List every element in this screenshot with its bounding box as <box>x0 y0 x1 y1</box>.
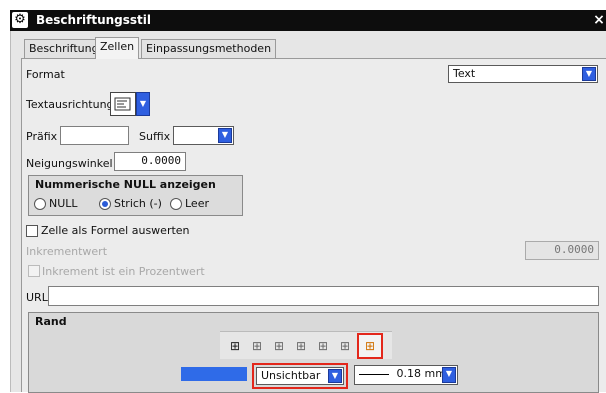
border-bottom-icon[interactable]: ⊞ <box>315 338 331 354</box>
title-bar: ⚙ Beschriftungsstil × <box>10 10 606 31</box>
formel-checkbox[interactable] <box>26 225 38 237</box>
chevron-down-icon: ▼ <box>442 367 456 383</box>
border-right-highlight[interactable]: ⊞ <box>357 333 383 359</box>
chevron-down-icon: ▼ <box>328 369 342 383</box>
line-weight-value: 0.18 mm <box>396 367 446 380</box>
line-weight-select[interactable]: 0.18 mm ▼ <box>354 365 458 385</box>
format-value: Text <box>453 67 476 80</box>
inkrement-input[interactable]: 0.0000 <box>525 241 599 260</box>
gear-icon[interactable]: ⚙ <box>12 12 28 28</box>
null-group: Nummerische NULL anzeigen NULL Strich (-… <box>28 175 243 216</box>
url-label: URL <box>26 291 48 304</box>
formel-label: Zelle als Formel auswerten <box>41 224 190 237</box>
radio-leer-label: Leer <box>185 197 209 210</box>
border-left-icon[interactable]: ⊞ <box>337 338 353 354</box>
tab-beschriftung[interactable]: Beschriftung <box>24 39 104 58</box>
null-group-title: Nummerische NULL anzeigen <box>35 178 216 191</box>
radio-null[interactable] <box>34 198 46 210</box>
format-select[interactable]: Text ▼ <box>448 65 598 83</box>
suffix-select[interactable]: ▼ <box>173 126 234 145</box>
line-style-value: Unsichtbar <box>261 369 321 382</box>
radio-strich-label: Strich (-) <box>114 197 162 210</box>
neigungswinkel-input[interactable]: 0.0000 <box>114 152 186 171</box>
praefix-label: Präfix <box>26 130 58 143</box>
tab-panel: Format Text ▼ Textausrichtung ▼ Präfix S… <box>21 58 606 393</box>
radio-leer[interactable] <box>170 198 182 210</box>
line-style-select[interactable]: Unsichtbar ▼ <box>256 367 344 385</box>
line-weight-preview <box>359 373 389 375</box>
suffix-label: Suffix <box>139 130 171 143</box>
inkrement-prozent-checkbox[interactable] <box>28 265 40 277</box>
window-title: Beschriftungsstil <box>36 13 151 27</box>
chevron-down-icon: ▼ <box>218 128 232 143</box>
neigungswinkel-label: Neigungswinkel <box>26 157 113 170</box>
close-icon[interactable]: × <box>592 11 606 29</box>
url-input[interactable] <box>48 286 599 306</box>
border-right-icon: ⊞ <box>364 339 376 353</box>
border-outer-icon[interactable]: ⊞ <box>249 338 265 354</box>
radio-strich[interactable] <box>99 198 111 210</box>
rand-group: Rand ⊞ ⊞ ⊞ ⊞ ⊞ ⊞ ⊞ Unsichtbar ▼ 0.18 mm … <box>28 312 599 393</box>
rand-group-title: Rand <box>35 315 67 328</box>
align-dropdown-icon[interactable]: ▼ <box>136 92 150 116</box>
line-style-highlight: Unsichtbar ▼ <box>252 363 348 389</box>
border-top-icon[interactable]: ⊞ <box>293 338 309 354</box>
chevron-down-icon: ▼ <box>582 67 596 81</box>
border-inner-icon[interactable]: ⊞ <box>271 338 287 354</box>
line-color-swatch[interactable] <box>181 367 247 381</box>
inkrement-label: Inkrementwert <box>26 245 108 258</box>
border-toolbar: ⊞ ⊞ ⊞ ⊞ ⊞ ⊞ ⊞ <box>220 331 392 359</box>
dialog-body: Beschriftung Zellen Einpassungsmethoden … <box>10 31 606 393</box>
tab-einpassungsmethoden[interactable]: Einpassungsmethoden <box>141 39 277 58</box>
align-left-icon[interactable] <box>110 92 136 116</box>
tab-zellen[interactable]: Zellen <box>95 37 140 59</box>
border-all-icon[interactable]: ⊞ <box>227 338 243 354</box>
praefix-input[interactable] <box>60 126 129 145</box>
inkrement-prozent-label: Inkrement ist ein Prozentwert <box>42 265 205 278</box>
textausrichtung-label: Textausrichtung <box>26 98 114 111</box>
format-label: Format <box>26 68 65 81</box>
radio-null-label: NULL <box>49 197 78 210</box>
